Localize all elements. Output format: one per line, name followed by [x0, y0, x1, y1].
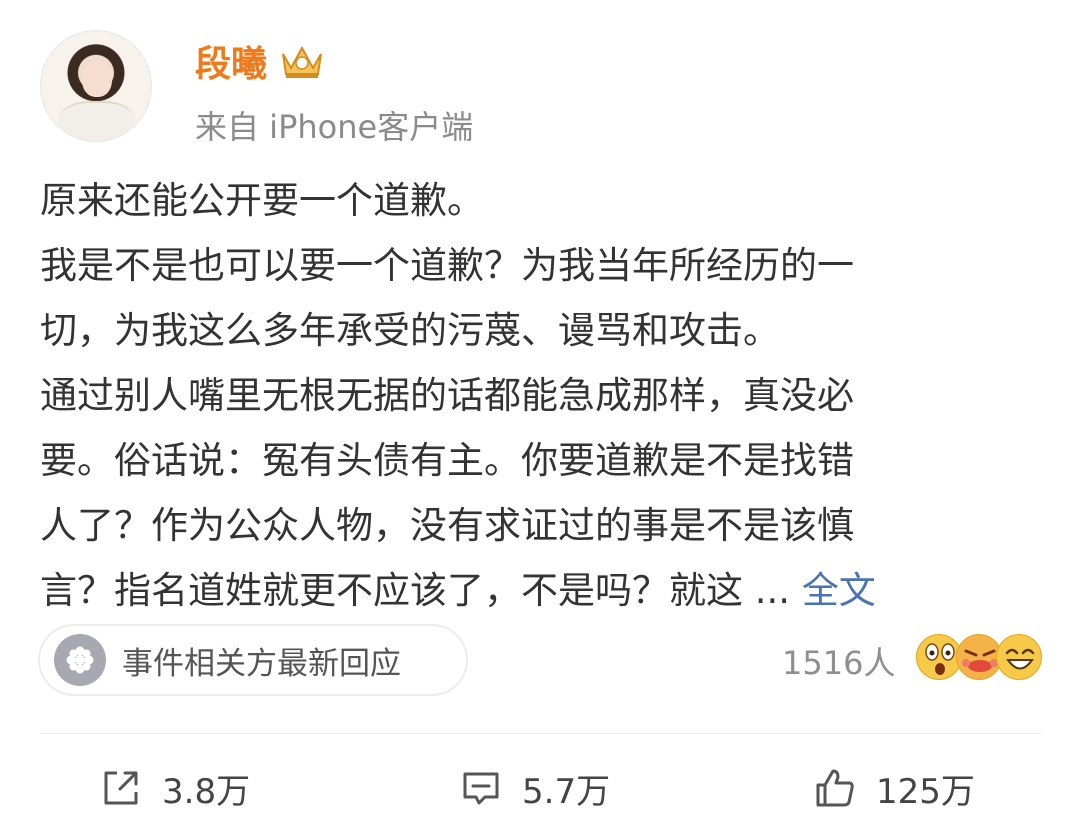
- crown-badge-icon: [282, 45, 323, 78]
- topic-chip[interactable]: 事件相关方最新回应: [38, 624, 468, 696]
- name-row: 段曦: [195, 35, 325, 87]
- post-truncated-text: 言？指名道姓就更不应该了，不是吗？就这 ...: [40, 569, 791, 612]
- post-source: 来自 iPhone客户端: [195, 108, 474, 146]
- share-icon: [104, 771, 138, 805]
- full-text-link[interactable]: 全文: [802, 569, 876, 612]
- thumbs-up-icon: [816, 769, 854, 807]
- comment-icon: [463, 772, 499, 805]
- avatar[interactable]: [40, 30, 152, 142]
- post-last-line: 言？指名道姓就更不应该了，不是吗？就这 ... 全文: [40, 558, 1050, 623]
- like-button[interactable]: 125万: [814, 760, 975, 816]
- post-line: 原来还能公开要一个道歉。: [40, 179, 484, 222]
- user-name[interactable]: 段曦: [195, 35, 267, 87]
- post-line: 通过别人嘴里无根无据的话都能急成那样，真没必: [40, 374, 854, 417]
- comment-count: 5.7万: [522, 771, 611, 812]
- laughing-emoji-icon[interactable]: [996, 634, 1042, 680]
- post-line: 要。俗话说：冤有头债有主。你要道歉是不是找错: [40, 439, 854, 482]
- post-line: 人了？作为公众人物，没有求证过的事是不是该慎: [40, 504, 854, 547]
- post-header: 段曦 来自 iPhone客户端: [40, 30, 1040, 146]
- share-count: 3.8万: [162, 771, 251, 812]
- reaction-count[interactable]: 1516人: [782, 638, 895, 684]
- comment-button[interactable]: 5.7万: [460, 760, 610, 816]
- flower-icon: [54, 634, 106, 686]
- share-button[interactable]: 3.8万: [100, 760, 250, 816]
- topic-label: 事件相关方最新回应: [122, 645, 401, 682]
- divider: [40, 733, 1042, 734]
- like-count: 125万: [876, 771, 975, 812]
- post-line: 切，为我这么多年承受的污蔑、谩骂和攻击。: [40, 309, 780, 352]
- post-content: 原来还能公开要一个道歉。 我是不是也可以要一个道歉？为我当年所经历的一 切，为我…: [40, 168, 1050, 623]
- post-line: 我是不是也可以要一个道歉？为我当年所经历的一: [40, 244, 854, 287]
